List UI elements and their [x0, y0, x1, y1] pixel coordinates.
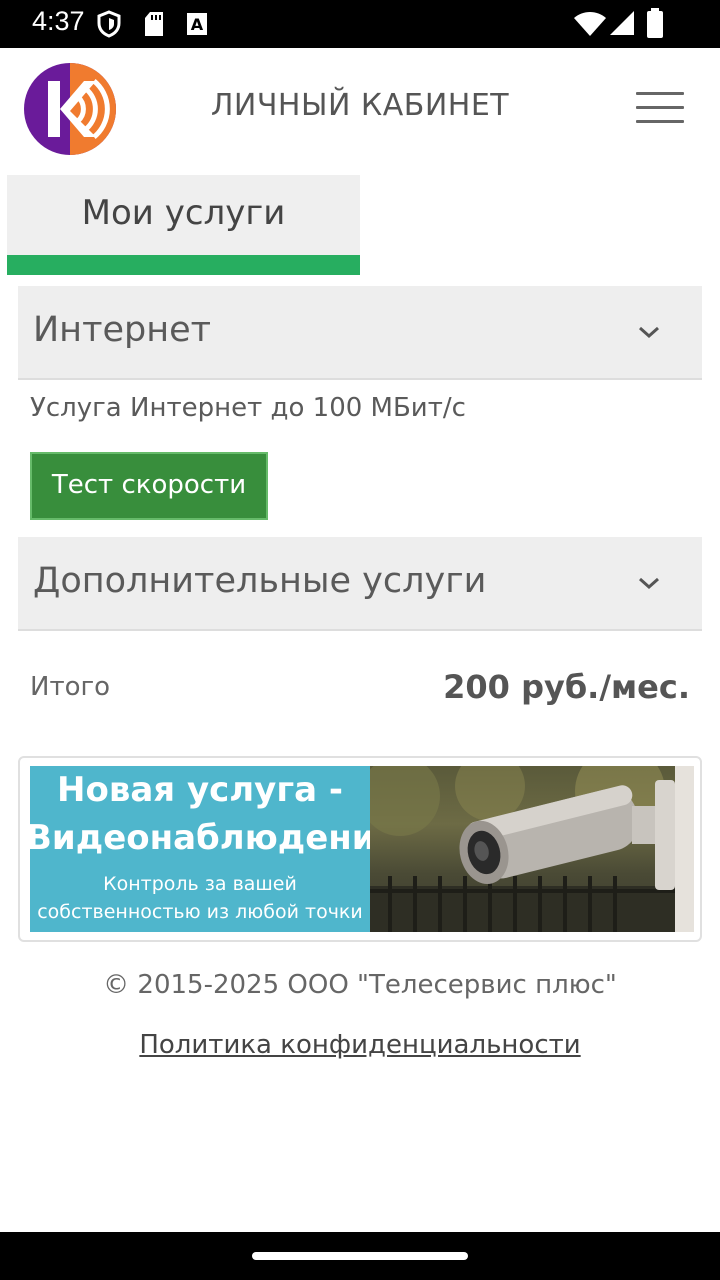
accordion-title: Интернет [33, 310, 212, 350]
font-a-icon: A [187, 13, 207, 35]
status-bar: 4:37 A [0, 0, 720, 48]
sd-card-icon [145, 12, 163, 36]
copyright-text: © 2015-2025 ООО "Телесервис плюс" [103, 970, 617, 1000]
shield-icon [97, 10, 121, 38]
hamburger-menu-icon[interactable] [634, 90, 686, 126]
tab-label: Мои услуги [81, 193, 286, 233]
total-label: Итого [30, 672, 111, 702]
accordion-internet[interactable]: Интернет [18, 286, 702, 380]
tab-active-indicator [7, 255, 360, 275]
chevron-down-icon[interactable] [638, 316, 660, 346]
home-gesture-handle[interactable] [252, 1252, 468, 1260]
banner-title: Новая услуга - [57, 770, 343, 810]
battery-icon [647, 8, 663, 38]
app-header: ЛИЧНЫЙ КАБИНЕТ [0, 48, 720, 166]
status-time: 4:37 [32, 6, 85, 36]
speed-test-button[interactable]: Тест скорости [30, 452, 268, 520]
banner-subtitle: Контроль за вашей собственностью из любо… [30, 870, 370, 926]
privacy-policy-link-wrapper: Политика конфиденциальности [0, 1030, 720, 1060]
signal-icon [610, 11, 634, 35]
banner-title-service: Видеонаблюдение [30, 818, 399, 858]
tab-my-services[interactable]: Мои услуги [7, 175, 360, 275]
privacy-policy-link[interactable]: Политика конфиденциальности [139, 1030, 580, 1060]
accordion-additional-services[interactable]: Дополнительные услуги [18, 537, 702, 631]
banner-subtitle-line: Контроль за вашей [103, 873, 297, 895]
svg-text:A: A [191, 15, 204, 34]
cctv-camera-image [370, 766, 694, 932]
banner-subtitle-line: собственностью из любой точки [37, 901, 363, 923]
system-navigation-bar [0, 1232, 720, 1280]
internet-service-description: Услуга Интернет до 100 МБит/с [30, 393, 466, 423]
chevron-down-icon[interactable] [638, 567, 660, 597]
wifi-icon [574, 12, 606, 36]
promo-banner[interactable]: Новая услуга - Видеонаблюдение Контроль … [18, 756, 702, 942]
accordion-title: Дополнительные услуги [33, 561, 487, 601]
banner-text-panel: Новая услуга - Видеонаблюдение Контроль … [30, 766, 399, 932]
page-title: ЛИЧНЫЙ КАБИНЕТ [210, 88, 510, 123]
total-value: 200 руб./мес. [443, 668, 690, 706]
